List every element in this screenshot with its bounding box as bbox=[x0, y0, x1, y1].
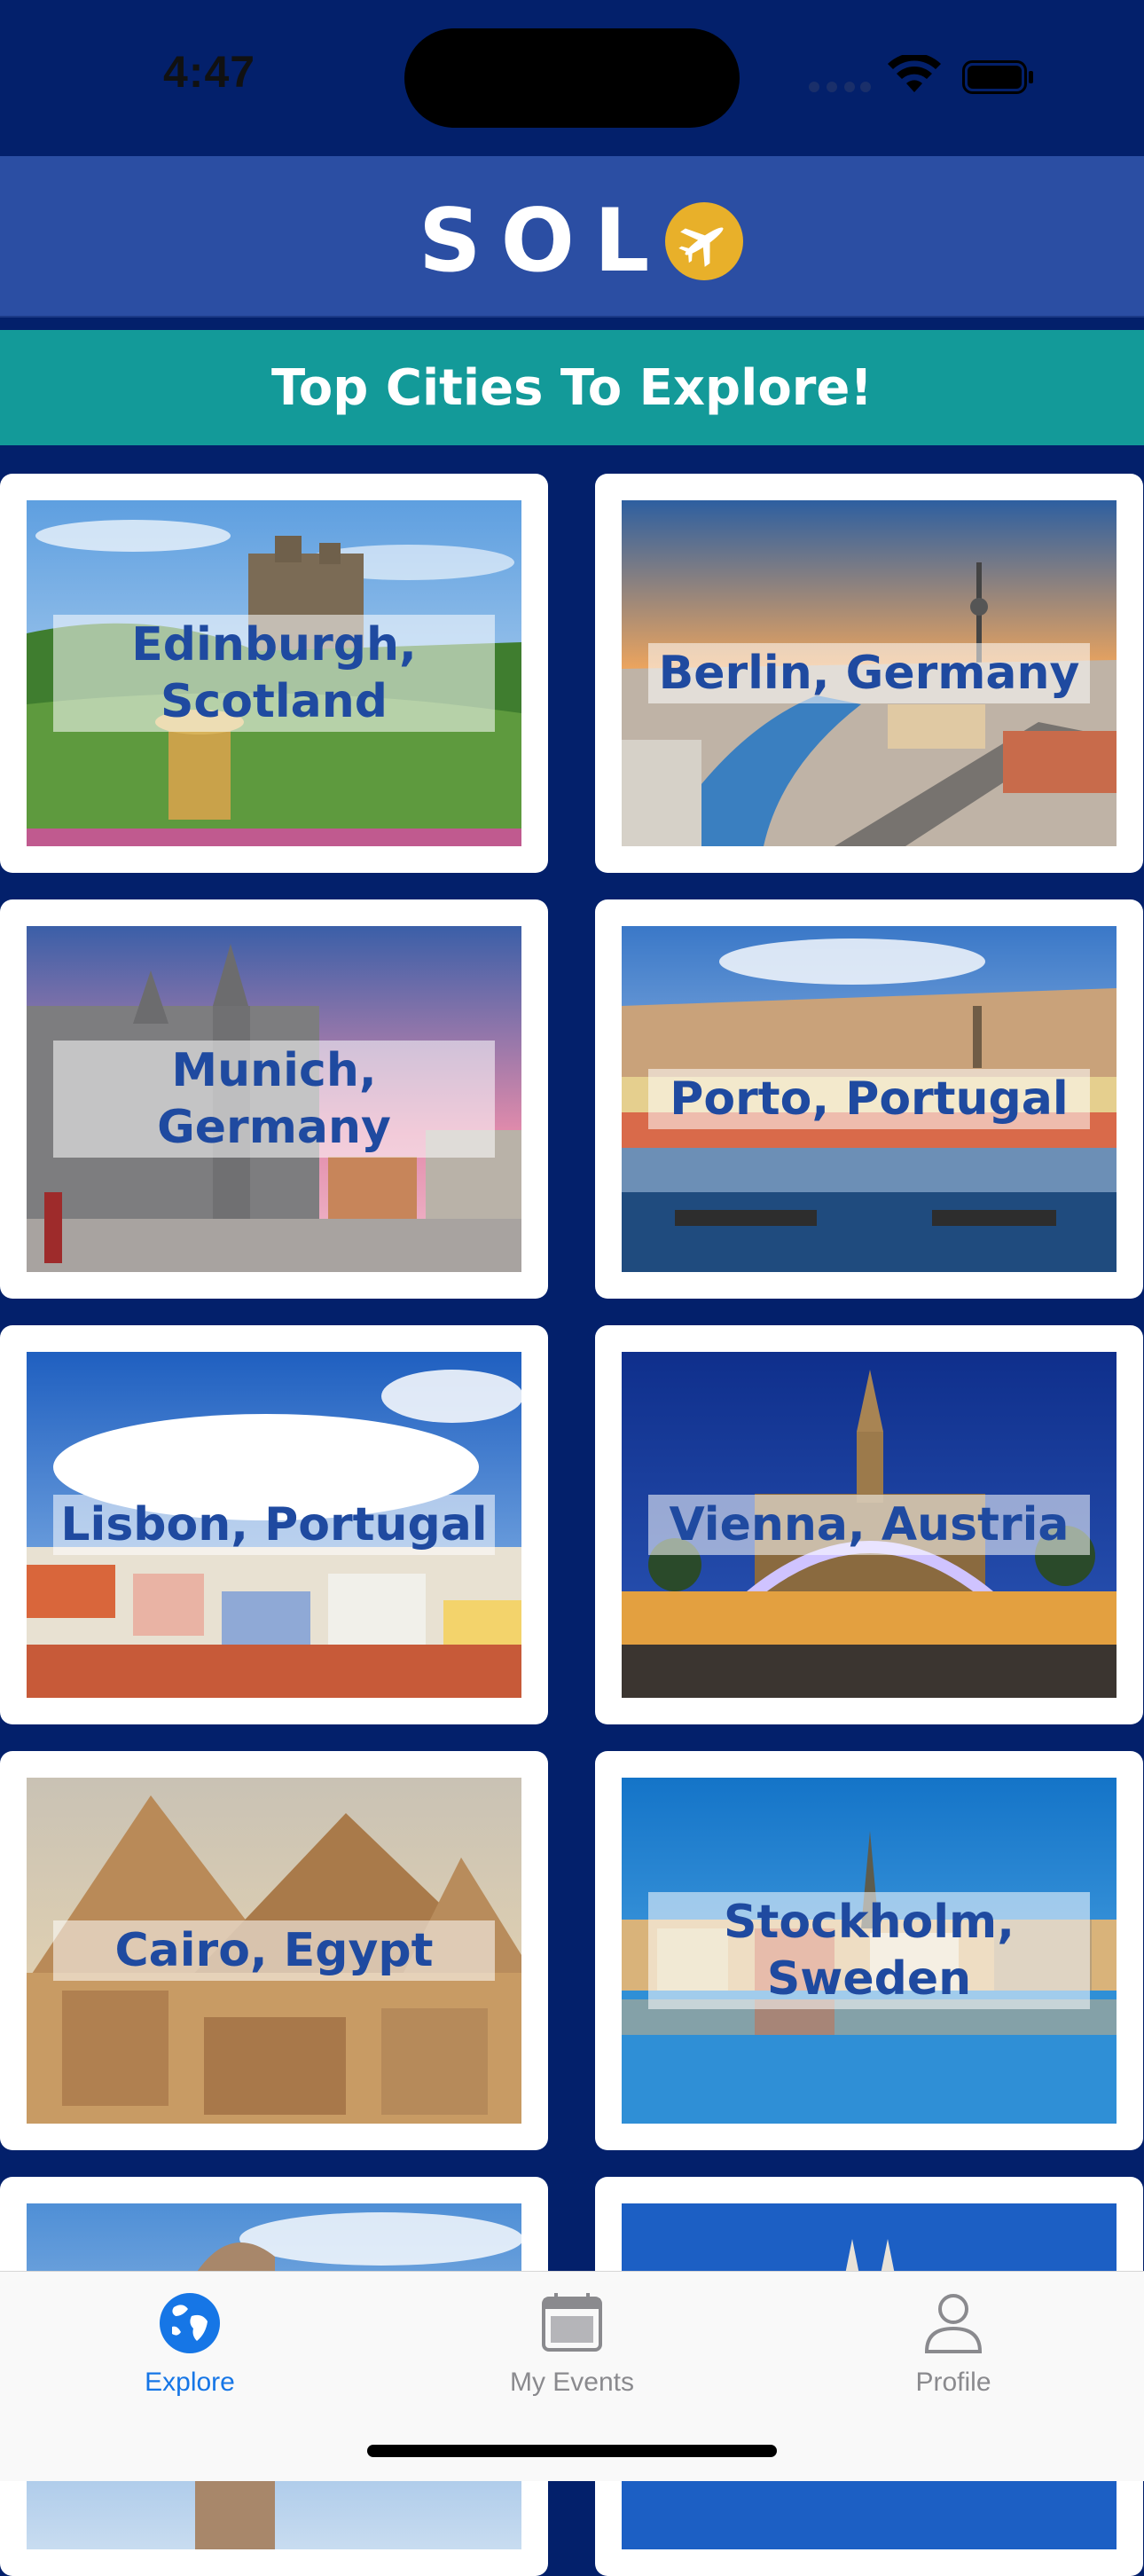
tab-my-events[interactable]: My Events bbox=[439, 2289, 705, 2423]
person-icon bbox=[924, 2294, 983, 2353]
city-card-lisbon[interactable]: Lisbon, Portugal bbox=[0, 1325, 548, 1724]
globe-icon bbox=[160, 2293, 220, 2353]
status-time: 4:47 bbox=[163, 47, 256, 97]
city-label: Munich, Germany bbox=[53, 1041, 495, 1158]
city-card-munich[interactable]: Munich, Germany bbox=[0, 899, 548, 1299]
city-label: Edinburgh, Scotland bbox=[53, 615, 495, 732]
dynamic-island bbox=[404, 28, 740, 128]
city-label: Stockholm, Sweden bbox=[648, 1892, 1090, 2009]
city-label: Lisbon, Portugal bbox=[53, 1495, 495, 1555]
city-card-porto[interactable]: Porto, Portugal bbox=[595, 899, 1143, 1299]
city-card-berlin[interactable]: Berlin, Germany bbox=[595, 474, 1143, 873]
calendar-icon bbox=[542, 2293, 602, 2352]
city-label: Cairo, Egypt bbox=[53, 1920, 495, 1981]
tab-explore[interactable]: Explore bbox=[57, 2289, 323, 2423]
wifi-icon bbox=[888, 55, 941, 92]
home-indicator[interactable] bbox=[367, 2445, 777, 2457]
tab-profile[interactable]: Profile bbox=[820, 2289, 1086, 2423]
city-card-cairo[interactable]: Cairo, Egypt bbox=[0, 1751, 548, 2150]
tab-label: My Events bbox=[509, 2368, 635, 2397]
logo-text: SOL bbox=[419, 191, 670, 292]
tab-label: Explore bbox=[145, 2368, 235, 2397]
city-label: Berlin, Germany bbox=[648, 643, 1090, 703]
city-card-edinburgh[interactable]: Edinburgh, Scotland bbox=[0, 474, 548, 873]
city-label: Vienna, Austria bbox=[648, 1495, 1090, 1555]
plane-icon bbox=[665, 202, 744, 280]
city-label: Porto, Portugal bbox=[648, 1069, 1090, 1129]
city-card-vienna[interactable]: Vienna, Austria bbox=[595, 1325, 1143, 1724]
status-bar: 4:47 bbox=[0, 0, 1144, 156]
top-cities-banner: Top Cities To Explore! bbox=[0, 330, 1144, 445]
tab-label: Profile bbox=[915, 2368, 991, 2397]
cellular-signal-icon bbox=[809, 82, 871, 92]
battery-icon bbox=[962, 60, 1033, 94]
banner-title: Top Cities To Explore! bbox=[271, 358, 873, 417]
app-header: SOL bbox=[0, 156, 1144, 318]
city-card-stockholm[interactable]: Stockholm, Sweden bbox=[595, 1751, 1143, 2150]
solo-logo: SOL bbox=[419, 197, 745, 286]
